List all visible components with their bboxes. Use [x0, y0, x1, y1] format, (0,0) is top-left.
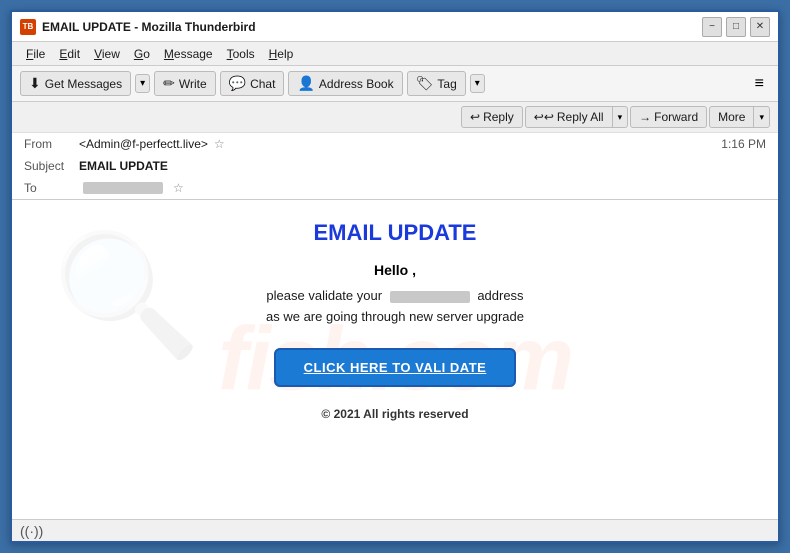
to-field: To ☆	[12, 177, 778, 199]
body-line1-pre: please validate your	[266, 288, 382, 303]
validate-button[interactable]: CLICK HERE TO VALI DATE	[274, 348, 517, 387]
hamburger-menu-icon[interactable]: ≡	[749, 73, 770, 95]
email-content: EMAIL UPDATE Hello , please validate you…	[145, 220, 645, 421]
from-label: From	[24, 137, 79, 151]
body-line1-post: address	[477, 288, 523, 303]
body-line2: as we are going through new server upgra…	[266, 309, 524, 324]
reply-all-icon: ↩↩	[534, 110, 554, 124]
email-paragraph: please validate your address as we are g…	[145, 286, 645, 328]
from-value: <Admin@f-perfectt.live>	[79, 137, 208, 151]
address-book-icon: 👤	[297, 75, 314, 92]
maximize-button[interactable]: □	[726, 17, 746, 37]
get-messages-button[interactable]: ⬇ Get Messages	[20, 71, 131, 96]
write-icon: ✏	[163, 75, 175, 92]
toolbar: ⬇ Get Messages ▾ ✏ Write 💬 Chat 👤 Addres…	[12, 66, 778, 102]
email-time: 1:16 PM	[721, 137, 766, 151]
more-combo: More ▾	[709, 106, 770, 128]
email-actions-bar: ↩ Reply ↩↩ Reply All ▾ → Forward More ▾	[12, 102, 778, 133]
tag-icon: 🏷	[416, 75, 434, 92]
tag-dropdown[interactable]: ▾	[470, 74, 485, 93]
status-bar: ((·))	[12, 519, 778, 541]
thunderbird-window: TB EMAIL UPDATE - Mozilla Thunderbird − …	[10, 10, 780, 543]
window-controls: − □ ✕	[702, 17, 770, 37]
chat-button[interactable]: 💬 Chat	[220, 71, 285, 96]
subject-label: Subject	[24, 159, 79, 173]
minimize-button[interactable]: −	[702, 17, 722, 37]
reply-all-button[interactable]: ↩↩ Reply All	[525, 106, 612, 128]
connection-status-icon: ((·))	[20, 523, 43, 539]
email-address-blurred	[390, 291, 470, 303]
close-button[interactable]: ✕	[750, 17, 770, 37]
menu-go[interactable]: Go	[128, 45, 156, 63]
menu-view[interactable]: View	[88, 45, 126, 63]
email-footer: © 2021 All rights reserved	[145, 407, 645, 421]
to-star-icon[interactable]: ☆	[173, 181, 184, 195]
from-field: From <Admin@f-perfectt.live> ☆ 1:16 PM	[12, 133, 778, 155]
subject-value: EMAIL UPDATE	[79, 159, 168, 173]
email-hello: Hello ,	[145, 262, 645, 278]
title-bar: TB EMAIL UPDATE - Mozilla Thunderbird − …	[12, 12, 778, 42]
title-left: TB EMAIL UPDATE - Mozilla Thunderbird	[20, 19, 256, 35]
reply-button[interactable]: ↩ Reply	[461, 106, 523, 128]
email-header: From <Admin@f-perfectt.live> ☆ 1:16 PM S…	[12, 133, 778, 200]
to-value-blurred	[83, 182, 163, 194]
to-label: To	[24, 181, 79, 195]
reply-icon: ↩	[470, 110, 480, 124]
subject-field: Subject EMAIL UPDATE	[12, 155, 778, 177]
tag-button[interactable]: 🏷 Tag	[407, 71, 466, 96]
chat-icon: 💬	[229, 75, 246, 92]
reply-all-combo: ↩↩ Reply All ▾	[525, 106, 628, 128]
forward-icon: →	[639, 110, 651, 124]
app-icon: TB	[20, 19, 36, 35]
more-button[interactable]: More	[709, 106, 753, 128]
menu-help[interactable]: Help	[263, 45, 300, 63]
menu-tools[interactable]: Tools	[221, 45, 261, 63]
menu-bar: File Edit View Go Message Tools Help	[12, 42, 778, 66]
email-body: 🔍 fish.com EMAIL UPDATE Hello , please v…	[12, 200, 778, 519]
get-messages-icon: ⬇	[29, 75, 41, 92]
get-messages-dropdown[interactable]: ▾	[135, 74, 150, 93]
email-title: EMAIL UPDATE	[145, 220, 645, 246]
more-dropdown[interactable]: ▾	[753, 106, 770, 128]
menu-message[interactable]: Message	[158, 45, 219, 63]
address-book-button[interactable]: 👤 Address Book	[288, 71, 402, 96]
from-star-icon[interactable]: ☆	[214, 137, 225, 151]
write-button[interactable]: ✏ Write	[154, 71, 216, 96]
menu-edit[interactable]: Edit	[53, 45, 86, 63]
menu-file[interactable]: File	[20, 45, 51, 63]
window-title: EMAIL UPDATE - Mozilla Thunderbird	[42, 20, 256, 34]
reply-all-dropdown[interactable]: ▾	[612, 106, 629, 128]
forward-button[interactable]: → Forward	[630, 106, 707, 128]
